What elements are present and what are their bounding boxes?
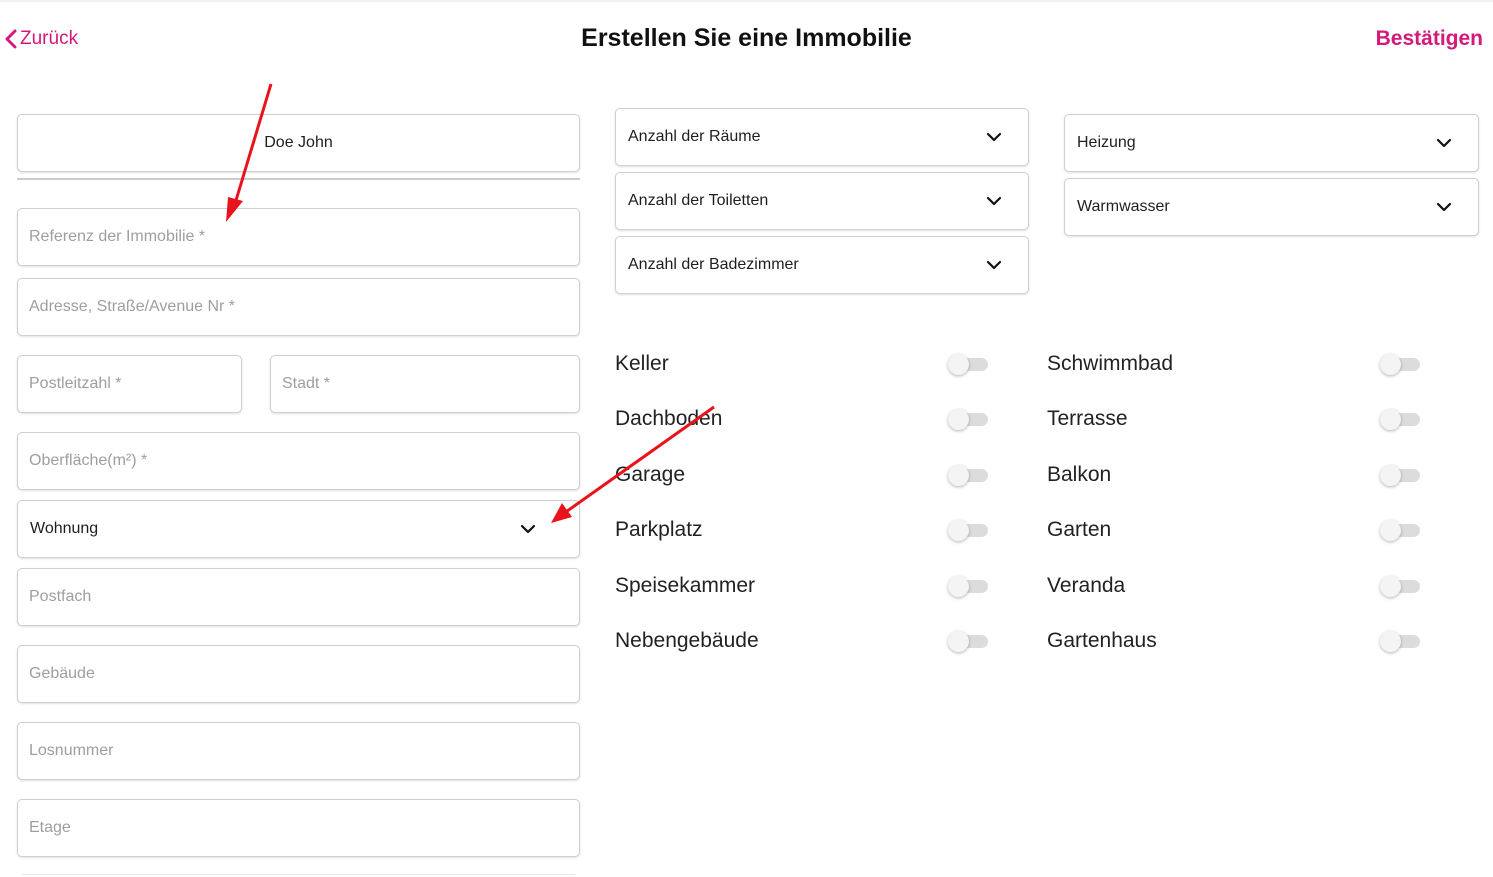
section-divider: [17, 178, 580, 180]
postal-code-placeholder: Postleitzahl *: [29, 375, 122, 392]
city-placeholder: Stadt *: [282, 375, 331, 392]
hot-water-select[interactable]: Warmwasser: [1064, 178, 1479, 236]
bathrooms-label: Anzahl der Badezimmer: [628, 256, 799, 273]
chevron-down-icon: [1436, 138, 1452, 148]
toilets-label: Anzahl der Toiletten: [628, 192, 769, 209]
building-input[interactable]: Gebäude: [17, 645, 580, 703]
reference-input[interactable]: Referenz der Immobilie *: [17, 208, 580, 266]
chevron-down-icon: [986, 260, 1002, 270]
hot-water-label: Warmwasser: [1077, 198, 1170, 215]
bathrooms-select[interactable]: Anzahl der Badezimmer: [615, 236, 1029, 294]
toggle-label-schwimmbad: Schwimmbad: [1047, 352, 1174, 375]
toggle-label-gartenhaus: Gartenhaus: [1047, 629, 1157, 652]
toggle-garage[interactable]: [948, 465, 988, 486]
toggle-label-garage: Garage: [615, 463, 686, 486]
chevron-down-icon: [986, 196, 1002, 206]
toggle-gartenhaus[interactable]: [1380, 631, 1420, 652]
city-input[interactable]: Stadt *: [270, 355, 580, 413]
toggle-terrasse[interactable]: [1380, 409, 1420, 430]
toggle-veranda[interactable]: [1380, 576, 1420, 597]
toggle-label-garten: Garten: [1047, 518, 1112, 541]
floor-placeholder: Etage: [29, 819, 71, 836]
heating-label: Heizung: [1077, 134, 1136, 151]
toggle-label-veranda: Veranda: [1047, 574, 1126, 597]
toggle-label-terrasse: Terrasse: [1047, 407, 1128, 430]
toggle-schwimmbad[interactable]: [1380, 354, 1420, 375]
toggle-balkon[interactable]: [1380, 465, 1420, 486]
toggle-label-balkon: Balkon: [1047, 463, 1112, 486]
toggle-label-dachboden: Dachboden: [615, 407, 723, 430]
address-placeholder: Adresse, Straße/Avenue Nr *: [29, 298, 236, 315]
bottom-divider: [22, 874, 575, 875]
toggle-keller[interactable]: [948, 354, 988, 375]
toggle-nebengebaeude[interactable]: [948, 631, 988, 652]
property-type-select[interactable]: Wohnung: [17, 500, 580, 558]
reference-placeholder: Referenz der Immobilie *: [29, 228, 206, 245]
floor-input[interactable]: Etage: [17, 799, 580, 857]
lot-number-placeholder: Losnummer: [29, 742, 114, 759]
toilets-select[interactable]: Anzahl der Toiletten: [615, 172, 1029, 230]
toggle-dachboden[interactable]: [948, 409, 988, 430]
confirm-button[interactable]: Bestätigen: [1376, 27, 1483, 51]
postal-code-input[interactable]: Postleitzahl *: [17, 355, 242, 413]
owner-value: Doe John: [264, 134, 333, 151]
toggle-label-parkplatz: Parkplatz: [615, 518, 703, 541]
po-box-input[interactable]: Postfach: [17, 568, 580, 626]
toggle-parkplatz[interactable]: [948, 520, 988, 541]
toggle-speisekammer[interactable]: [948, 576, 988, 597]
lot-number-input[interactable]: Losnummer: [17, 722, 580, 780]
chevron-down-icon: [520, 524, 536, 534]
owner-field[interactable]: Doe John: [17, 114, 580, 172]
toggle-label-keller: Keller: [615, 352, 669, 375]
top-border: [0, 0, 1493, 2]
property-type-value: Wohnung: [30, 520, 99, 537]
page-title: Erstellen Sie eine Immobilie: [581, 24, 912, 52]
address-input[interactable]: Adresse, Straße/Avenue Nr *: [17, 278, 580, 336]
surface-input[interactable]: Oberfläche(m²) *: [17, 432, 580, 490]
po-box-placeholder: Postfach: [29, 588, 92, 605]
rooms-select[interactable]: Anzahl der Räume: [615, 108, 1029, 166]
building-placeholder: Gebäude: [29, 665, 95, 682]
surface-placeholder: Oberfläche(m²) *: [29, 452, 148, 469]
rooms-label: Anzahl der Räume: [628, 128, 761, 145]
chevron-down-icon: [1436, 202, 1452, 212]
heating-select[interactable]: Heizung: [1064, 114, 1479, 172]
toggle-garten[interactable]: [1380, 520, 1420, 541]
toggle-label-nebengebaeude: Nebengebäude: [615, 629, 759, 652]
toggle-label-speisekammer: Speisekammer: [615, 574, 756, 597]
chevron-down-icon: [986, 132, 1002, 142]
